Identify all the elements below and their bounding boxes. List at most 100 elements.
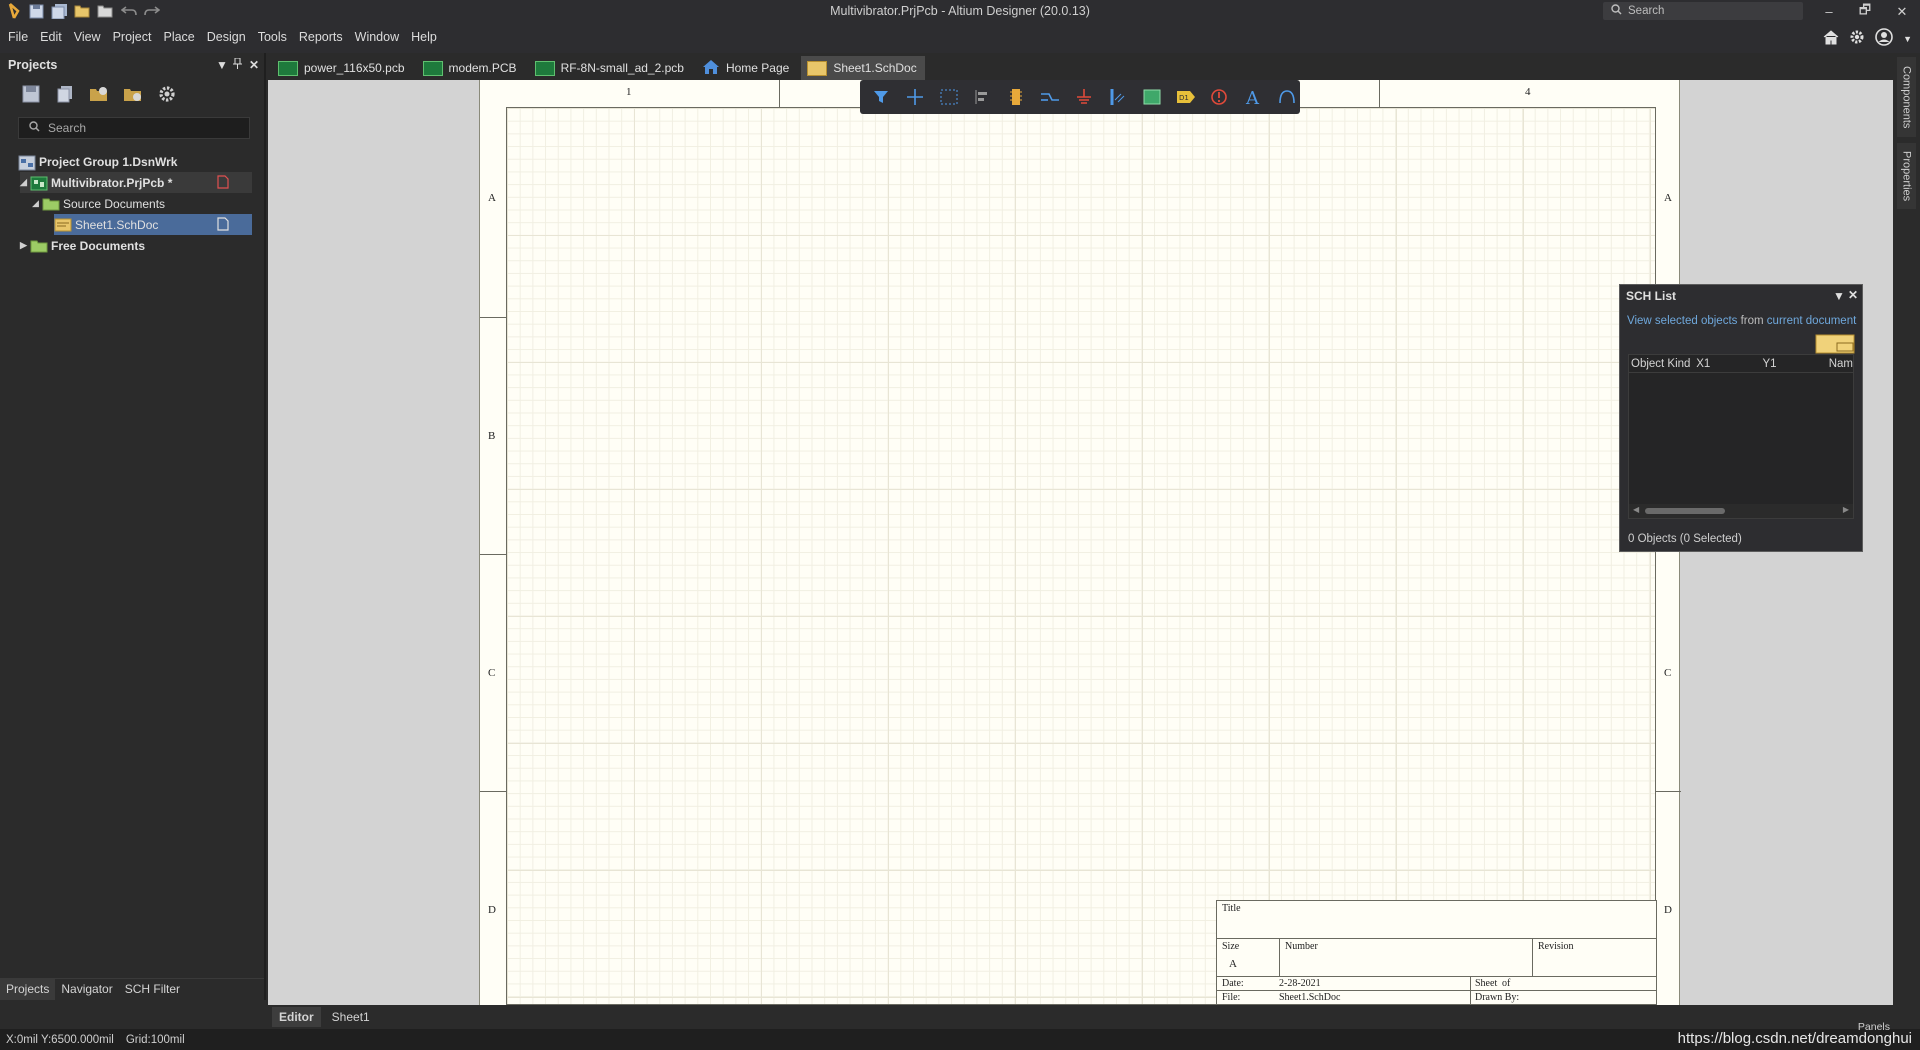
settings-gear-icon[interactable] <box>156 83 178 105</box>
home-icon[interactable] <box>1823 29 1839 48</box>
sch-list-grid[interactable]: Object Kind X1 Y1 Nam ◀ ▶ <box>1628 354 1854 519</box>
place-wire-icon[interactable] <box>1037 84 1063 110</box>
number-label: Number <box>1285 941 1318 952</box>
column-x1[interactable]: X1 <box>1696 358 1762 370</box>
sheet-drawing-area[interactable] <box>506 107 1656 1005</box>
tree-free-documents[interactable]: ▶ Free Documents <box>20 235 145 256</box>
svg-text:D1: D1 <box>1179 94 1189 102</box>
tab-modem-pcb[interactable]: modem.PCB <box>417 56 525 80</box>
directive-icon[interactable] <box>1206 84 1232 110</box>
select-rectangle-icon[interactable] <box>936 84 962 110</box>
menu-help[interactable]: Help <box>411 30 437 44</box>
selection-scope-link[interactable]: selected objects <box>1655 315 1737 327</box>
scrollbar-thumb[interactable] <box>1645 508 1725 514</box>
project-options-folder-icon[interactable] <box>122 83 144 105</box>
pcb-icon <box>534 60 555 76</box>
expand-icon[interactable]: ▶ <box>20 240 30 251</box>
menu-reports[interactable]: Reports <box>299 30 343 44</box>
drawn-by-label: Drawn By: <box>1475 992 1520 1003</box>
close-panel-icon[interactable]: ✕ <box>1848 288 1858 302</box>
scroll-right-icon[interactable]: ▶ <box>1843 505 1849 514</box>
sch-list-header: SCH List ▼ ✕ <box>1620 285 1862 307</box>
tab-components[interactable]: Components <box>1897 57 1916 137</box>
restore-button[interactable]: 🗗 <box>1847 0 1883 23</box>
chevron-down-icon[interactable]: ▼ <box>1903 34 1912 44</box>
tab-sheet1-schdoc[interactable]: Sheet1.SchDoc <box>801 56 925 80</box>
pin-icon[interactable] <box>233 57 242 72</box>
date-label: Date: <box>1222 978 1244 989</box>
row-label-d: D <box>488 904 496 916</box>
view-mode-link[interactable]: View <box>1627 315 1652 327</box>
horizontal-scrollbar[interactable]: ◀ ▶ <box>1629 504 1853 518</box>
move-crosshair-icon[interactable] <box>902 84 928 110</box>
column-object-kind[interactable]: Object Kind <box>1629 358 1696 370</box>
pcb-icon <box>422 60 443 76</box>
sheet-symbol-icon[interactable] <box>1139 84 1165 110</box>
open-project-folder-icon[interactable] <box>88 83 110 105</box>
close-panel-icon[interactable]: ✕ <box>249 58 259 72</box>
tab-rf-pcb[interactable]: RF-8N-small_ad_2.pcb <box>529 56 692 80</box>
tab-label: RF-8N-small_ad_2.pcb <box>560 61 684 75</box>
tab-sch-filter[interactable]: SCH Filter <box>119 979 186 1000</box>
menu-edit[interactable]: Edit <box>40 30 62 44</box>
tab-home-page[interactable]: Home Page <box>696 56 797 80</box>
size-label: Size <box>1222 941 1240 952</box>
panel-menu-icon[interactable]: ▼ <box>1833 289 1845 303</box>
pcb-icon <box>278 60 298 76</box>
schdoc-icon <box>807 60 828 76</box>
svg-text:A: A <box>1245 88 1260 106</box>
global-search-input[interactable]: Search <box>1603 2 1803 20</box>
zone-divider <box>779 80 780 107</box>
bus-icon[interactable] <box>1105 84 1131 110</box>
menu-place[interactable]: Place <box>163 30 194 44</box>
text-string-icon[interactable]: A <box>1240 84 1266 110</box>
user-account-icon[interactable] <box>1875 28 1893 49</box>
save-document-icon[interactable] <box>20 83 42 105</box>
close-button[interactable]: ✕ <box>1884 0 1920 23</box>
tab-sheet1[interactable]: Sheet1 <box>325 1007 377 1027</box>
minimize-button[interactable]: – <box>1811 0 1847 23</box>
collapse-icon[interactable]: ◢ <box>32 198 42 209</box>
file-value: Sheet1.SchDoc <box>1279 992 1341 1003</box>
column-y1[interactable]: Y1 <box>1762 358 1828 370</box>
column-name[interactable]: Nam <box>1829 358 1853 370</box>
tab-projects[interactable]: Projects <box>0 979 56 1000</box>
align-icon[interactable] <box>970 84 996 110</box>
projects-search-input[interactable]: Search <box>18 117 250 139</box>
tree-project[interactable]: ◢ Multivibrator.PrjPcb * <box>20 172 252 193</box>
tab-navigator[interactable]: Navigator <box>55 979 118 1000</box>
zone-divider <box>480 554 506 555</box>
arc-icon[interactable] <box>1274 84 1300 110</box>
menu-file[interactable]: File <box>8 30 28 44</box>
power-port-icon[interactable] <box>1071 84 1097 110</box>
panel-menu-icon[interactable]: ▼ <box>216 58 228 72</box>
tab-editor[interactable]: Editor <box>272 1007 321 1027</box>
sch-list-panel: SCH List ▼ ✕ View selected objects from … <box>1619 284 1863 552</box>
from-text: from <box>1740 315 1764 327</box>
menu-project[interactable]: Project <box>113 30 152 44</box>
tab-power-pcb[interactable]: power_116x50.pcb <box>272 56 413 80</box>
port-icon[interactable]: D1 <box>1173 84 1199 110</box>
tree-project-group[interactable]: Project Group 1.DsnWrk <box>18 151 177 172</box>
tree-source-documents[interactable]: ◢ Source Documents <box>32 193 165 214</box>
filter-icon[interactable] <box>868 84 894 110</box>
place-part-icon[interactable] <box>1003 84 1029 110</box>
column-label-1: 1 <box>626 86 632 98</box>
menu-design[interactable]: Design <box>207 30 246 44</box>
schematic-sheet[interactable]: 1 4 A B C D A C D Title Size A Number Re… <box>479 80 1681 1006</box>
document-scope-link[interactable]: current document <box>1767 315 1857 327</box>
sch-list-scope: View selected objects from current docum… <box>1620 307 1862 327</box>
compile-icon[interactable] <box>54 83 76 105</box>
scroll-left-icon[interactable]: ◀ <box>1633 505 1639 514</box>
collapse-icon[interactable]: ◢ <box>20 177 30 188</box>
menu-view[interactable]: View <box>74 30 101 44</box>
tab-properties[interactable]: Properties <box>1897 143 1916 209</box>
sch-list-title: SCH List <box>1626 289 1677 303</box>
menu-window[interactable]: Window <box>355 30 399 44</box>
gear-icon[interactable] <box>1849 29 1865 48</box>
row-label-a: A <box>488 192 496 204</box>
tree-sheet1-schdoc[interactable]: Sheet1.SchDoc <box>54 214 252 235</box>
sheet-label: Sheet <box>1475 978 1498 989</box>
menu-tools[interactable]: Tools <box>258 30 287 44</box>
row-label-b: B <box>488 430 496 442</box>
